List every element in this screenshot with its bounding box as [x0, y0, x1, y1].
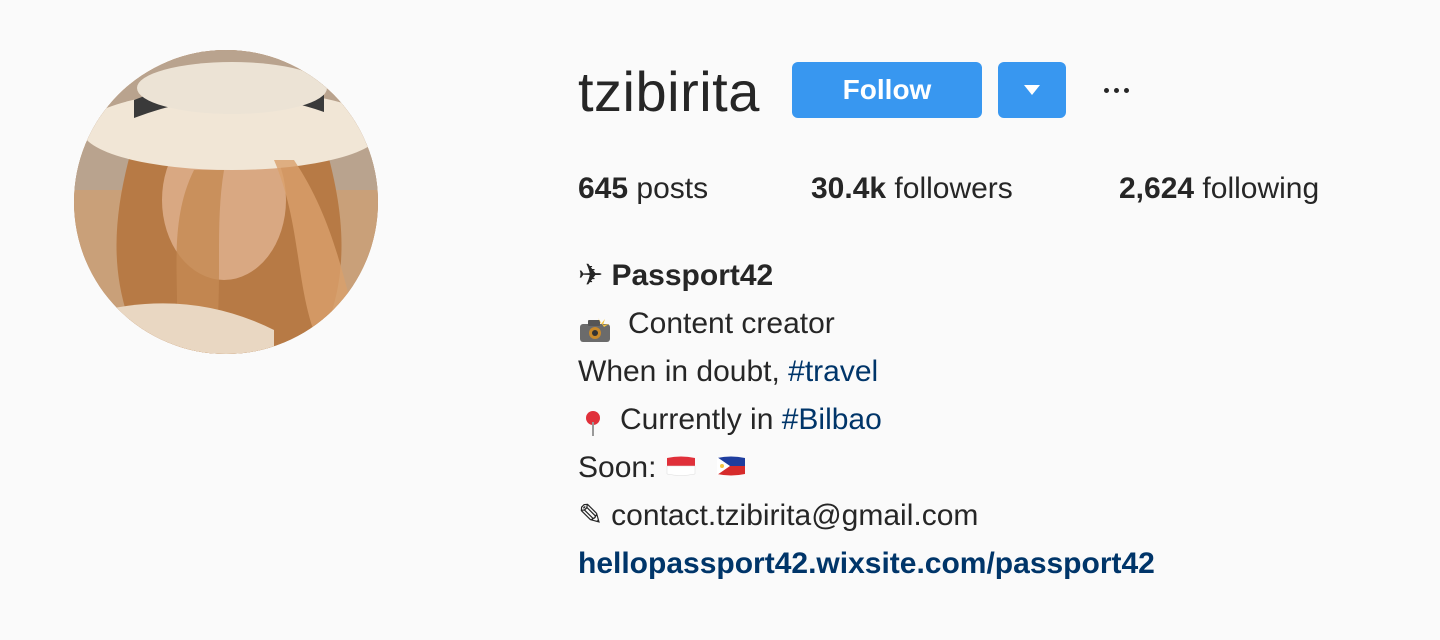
profile-page: tzibirita Follow 645 posts 30.4k followe…: [0, 0, 1440, 640]
followers-label: followers: [894, 172, 1013, 205]
bio: ✈ Passport42 Content creator When in dou…: [578, 252, 1155, 588]
chevron-down-icon: [1024, 85, 1040, 95]
posts-count: 645: [578, 172, 629, 205]
bio-line-1: Content creator: [578, 300, 1155, 348]
ellipsis-icon: [1103, 87, 1109, 93]
bio-content-creator: Content creator: [628, 307, 835, 340]
bio-line-2: When in doubt, #travel: [578, 348, 1155, 396]
hashtag-bilbao-link[interactable]: #Bilbao: [782, 396, 882, 444]
followers-count: 30.4k: [811, 172, 887, 205]
contact-email: contact.tzibirita@gmail.com: [611, 499, 979, 532]
follow-button[interactable]: Follow: [792, 62, 982, 118]
bio-line-4-text: Soon:: [578, 451, 657, 484]
indonesia-flag-icon: [666, 444, 696, 492]
bio-name-line: ✈ Passport42: [578, 252, 1155, 300]
more-options-button[interactable]: [1098, 72, 1134, 108]
bio-line-3: Currently in #Bilbao: [578, 396, 1155, 444]
bio-line-4: Soon:: [578, 444, 1155, 492]
philippines-flag-icon: [716, 444, 746, 492]
followers-stat[interactable]: 30.4k followers: [811, 170, 1013, 208]
posts-label: posts: [636, 172, 709, 205]
airplane-icon: ✈: [578, 258, 604, 293]
pin-icon: [578, 405, 608, 436]
posts-stat: 645 posts: [578, 170, 708, 208]
full-name: Passport42: [611, 259, 774, 292]
avatar[interactable]: [74, 50, 378, 354]
following-label: following: [1202, 172, 1320, 205]
bio-line-5: ✎ contact.tzibirita@gmail.com: [578, 492, 1155, 540]
suggestions-dropdown-button[interactable]: [998, 62, 1066, 118]
bio-website-line: hellopassport42.wixsite.com/passport42: [578, 540, 1155, 588]
username: tzibirita: [578, 60, 760, 123]
following-stat[interactable]: 2,624 following: [1119, 170, 1319, 208]
bio-line-3-text: Currently in: [620, 403, 782, 436]
camera-flash-icon: [578, 311, 612, 342]
website-link[interactable]: hellopassport42.wixsite.com/passport42: [578, 540, 1155, 588]
following-count: 2,624: [1119, 172, 1195, 205]
pencil-icon: ✎: [578, 498, 604, 533]
bio-line-2-text: When in doubt,: [578, 355, 789, 388]
hashtag-travel-link[interactable]: #travel: [788, 348, 878, 396]
avatar-photo: [74, 50, 378, 354]
